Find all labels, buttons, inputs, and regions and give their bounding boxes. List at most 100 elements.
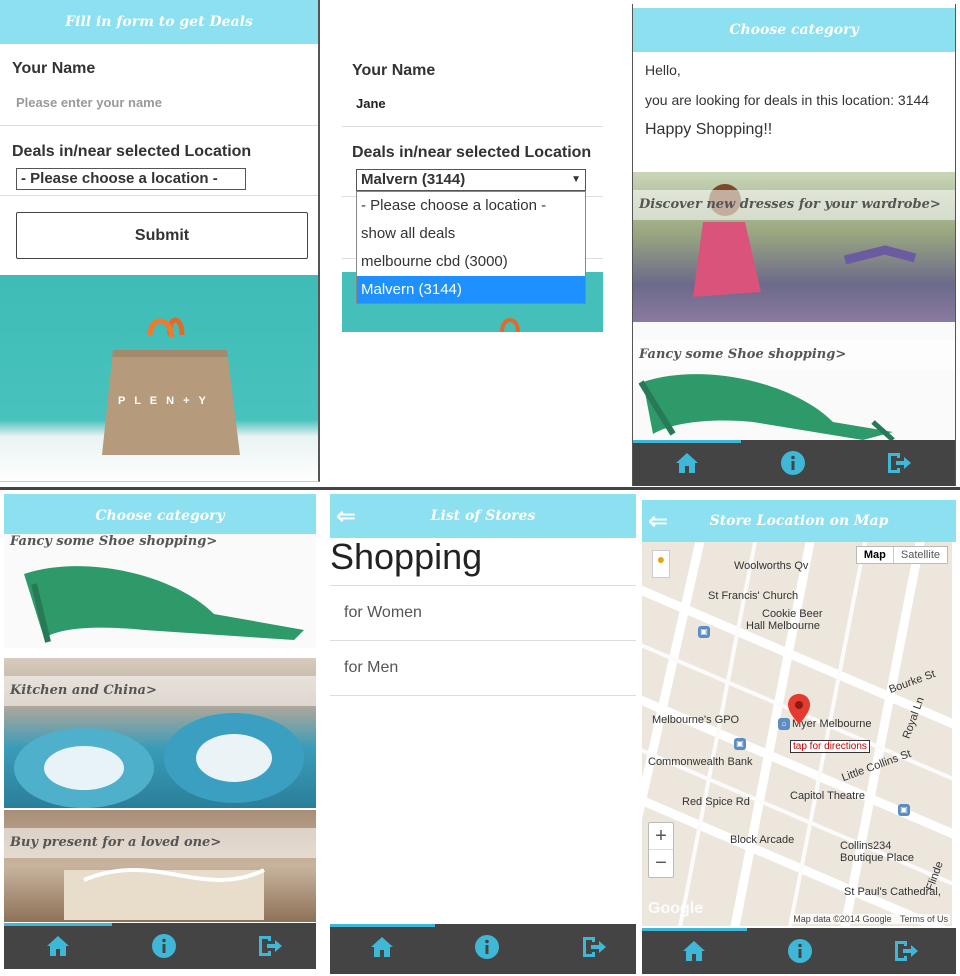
map-header: ⇐ Store Location on Map	[642, 500, 956, 542]
name-label: Your Name	[12, 60, 96, 77]
map-place-label: Cookie Beer	[762, 608, 823, 620]
category-shoes[interactable]: Fancy some Shoe shopping>	[4, 534, 316, 648]
category-shoes[interactable]: Fancy some Shoe shopping>	[633, 322, 955, 442]
back-arrow-icon[interactable]: ⇐	[336, 494, 356, 538]
active-tab-indicator	[642, 928, 747, 931]
zoom-in-button[interactable]: +	[649, 823, 673, 850]
map-place-label: Boutique Place	[840, 852, 914, 864]
info-icon[interactable]	[473, 933, 501, 961]
home-icon[interactable]	[44, 932, 72, 960]
terms-link[interactable]: Terms of Us	[900, 914, 948, 924]
dropdown-option-selected[interactable]: Malvern (3144)	[357, 276, 585, 303]
category-label: Kitchen and China>	[10, 683, 157, 698]
header-title: Fill in form to get Deals	[65, 14, 253, 30]
location-select[interactable]: - Please choose a location -	[16, 168, 246, 190]
header-title: Choose category	[729, 22, 859, 38]
logout-icon[interactable]	[580, 933, 608, 961]
location-label: Deals in/near selected Location	[12, 143, 252, 160]
map-attribution: Map data ©2014 Google Terms of Us	[791, 914, 950, 924]
zoom-out-button[interactable]: −	[649, 850, 673, 877]
dropdown-arrow-icon: ▼	[571, 174, 581, 185]
green-shoe-image	[24, 566, 304, 643]
category-screen-1: Choose category Hello, you are looking f…	[632, 4, 956, 486]
submit-button[interactable]: Submit	[16, 212, 308, 259]
info-icon[interactable]	[150, 932, 178, 960]
map-type-satellite-button[interactable]: Satellite	[894, 547, 947, 563]
dropdown-screen: Your Name Jane Deals in/near selected Lo…	[322, 0, 630, 482]
dropdown-list: - Please choose a location - show all de…	[356, 191, 586, 304]
category-dresses[interactable]: Discover new dresses for your wardrobe>	[633, 172, 955, 322]
map-place-label: Commonwealth Bank	[648, 756, 753, 768]
attribution-text: Map data ©2014 Google	[793, 914, 892, 924]
map-place-label: Collins234	[840, 840, 892, 852]
divider	[0, 195, 318, 196]
dropdown-option[interactable]: show all deals	[357, 220, 585, 248]
store-item-women[interactable]: for Women	[344, 604, 636, 622]
location-selected-value: - Please choose a location -	[21, 170, 218, 187]
divider	[342, 126, 603, 127]
transit-icon: ▣	[898, 804, 910, 816]
logout-icon[interactable]	[892, 937, 920, 965]
divider	[330, 640, 636, 641]
gift-image	[64, 868, 265, 920]
transit-icon: ▣	[734, 738, 746, 750]
name-input[interactable]: Please enter your name	[16, 95, 162, 110]
map-marker-icon[interactable]	[788, 694, 810, 724]
logout-icon[interactable]	[256, 932, 284, 960]
map-place-label: Hall Melbourne	[746, 620, 820, 632]
map-view[interactable]: ● Map Satellite Woolworths Qv St Francis…	[642, 542, 952, 926]
map-place-label: Block Arcade	[730, 834, 795, 846]
map-place-label: Melbourne's GPO	[652, 714, 740, 726]
google-logo: Google	[648, 900, 704, 917]
category-label: Discover new dresses for your wardrobe>	[639, 197, 941, 212]
active-tab-indicator	[330, 924, 435, 927]
street-view-pegman-icon[interactable]: ●	[652, 550, 670, 578]
store-item-label: for Men	[344, 659, 399, 676]
category-kitchen[interactable]: Kitchen and China>	[4, 658, 316, 808]
section-title: Shopping	[330, 536, 483, 577]
header-title: Choose category	[95, 508, 225, 524]
map-screen: ⇐ Store Location on Map ● Map Satellite …	[642, 496, 956, 974]
info-icon[interactable]	[779, 449, 807, 477]
home-icon[interactable]	[673, 449, 701, 477]
home-icon[interactable]	[368, 933, 396, 961]
store-item-label: for Women	[344, 604, 422, 621]
dropdown-option[interactable]: melbourne cbd (3000)	[357, 248, 585, 276]
category-header: Choose category	[4, 494, 316, 538]
map-place-label: Capitol Theatre	[790, 790, 866, 802]
info-icon[interactable]	[786, 937, 814, 965]
logout-icon[interactable]	[885, 449, 913, 477]
dropdown-option[interactable]: - Please choose a location -	[357, 192, 585, 220]
name-input[interactable]: Jane	[356, 96, 386, 111]
location-select[interactable]: Malvern (3144) ▼	[356, 169, 586, 191]
transit-icon: ▣	[698, 626, 710, 638]
happy-message: Happy Shopping!!	[645, 121, 773, 138]
map-place-label: Red Spice Rd	[682, 796, 750, 808]
category-label: Fancy some Shoe shopping>	[639, 347, 847, 362]
tab-bar	[4, 923, 316, 969]
map-place-label: St Francis' Church	[708, 590, 799, 602]
divider	[330, 585, 636, 586]
category-label: Buy present for a loved one>	[10, 835, 222, 850]
name-label: Your Name	[352, 62, 436, 79]
home-icon[interactable]	[680, 937, 708, 965]
stores-header: ⇐ List of Stores	[330, 494, 636, 538]
location-label: Deals in/near selected Location	[352, 144, 592, 161]
header-title: Store Location on Map	[709, 513, 889, 529]
active-tab-indicator	[633, 440, 741, 443]
divider	[330, 695, 636, 696]
form-screen: Fill in form to get Deals Your Name Plea…	[0, 0, 320, 482]
location-selected-value: Malvern (3144)	[361, 171, 466, 188]
map-type-map-button[interactable]: Map	[857, 547, 894, 563]
marker-tooltip[interactable]: tap for directions	[790, 740, 870, 753]
back-arrow-icon[interactable]: ⇐	[648, 500, 668, 542]
map-type-control: Map Satellite	[855, 546, 948, 564]
active-tab-indicator	[4, 923, 112, 926]
bag-brand-text: P L E N + Y	[118, 395, 209, 407]
location-message: you are looking for deals in this locati…	[645, 92, 930, 108]
shopping-bag-image: P L E N + Y	[0, 275, 318, 481]
category-header: Choose category	[633, 8, 955, 52]
category-presents[interactable]: Buy present for a loved one>	[4, 810, 316, 922]
store-item-men[interactable]: for Men	[344, 659, 636, 677]
category-label: Fancy some Shoe shopping>	[10, 534, 218, 549]
